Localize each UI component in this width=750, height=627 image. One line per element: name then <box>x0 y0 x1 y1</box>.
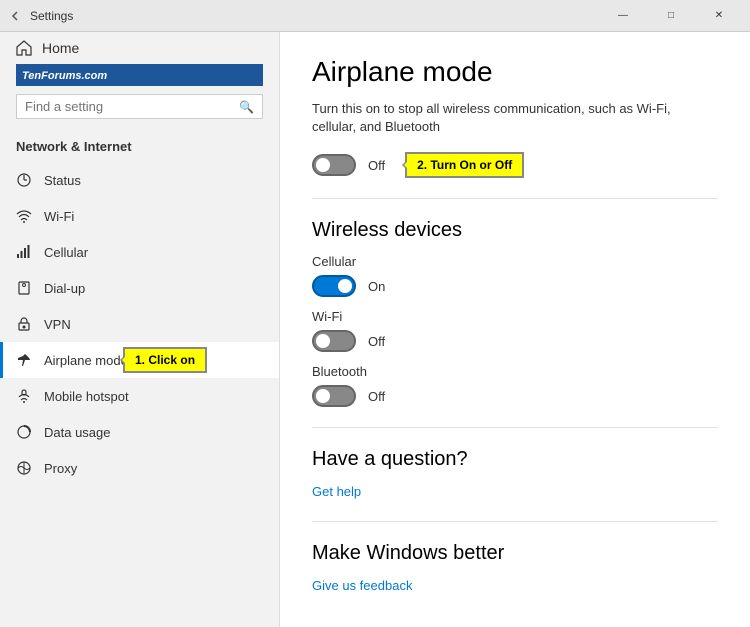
maximize-button[interactable]: □ <box>648 0 694 32</box>
sidebar-label-wifi: Wi-Fi <box>44 209 74 224</box>
sidebar-item-cellular[interactable]: Cellular <box>0 234 279 270</box>
wifi-toggle[interactable] <box>312 330 356 352</box>
cellular-device-label: Cellular <box>312 254 718 269</box>
main-content: Airplane mode Turn this on to stop all w… <box>280 32 750 627</box>
airplane-callout: 2. Turn On or Off <box>405 152 524 178</box>
wifi-device-label: Wi-Fi <box>312 309 718 324</box>
search-icon: 🔍 <box>239 100 254 114</box>
sidebar-label-dialup: Dial-up <box>44 281 85 296</box>
back-button[interactable] <box>8 9 22 23</box>
sidebar-label-proxy: Proxy <box>44 461 77 476</box>
bluetooth-device-label: Bluetooth <box>312 364 718 379</box>
sidebar: Home TenForums.com 🔍 Network & Internet … <box>0 32 280 627</box>
search-box[interactable]: 🔍 <box>16 94 263 119</box>
vpn-icon <box>16 316 32 332</box>
sidebar-label-hotspot: Mobile hotspot <box>44 389 129 404</box>
datausage-icon <box>16 424 32 440</box>
title-bar: Settings — □ ✕ <box>0 0 750 32</box>
home-label: Home <box>42 40 79 56</box>
close-button[interactable]: ✕ <box>696 0 742 32</box>
watermark: TenForums.com <box>22 70 107 82</box>
sidebar-item-hotspot[interactable]: Mobile hotspot <box>0 378 279 414</box>
search-input[interactable] <box>25 99 239 114</box>
sidebar-item-vpn[interactable]: VPN <box>0 306 279 342</box>
sidebar-label-datausage: Data usage <box>44 425 111 440</box>
sidebar-item-home[interactable]: Home <box>0 32 279 64</box>
bluetooth-toggle-row: Off <box>312 385 718 407</box>
airplane-toggle-row: Off 2. Turn On or Off <box>312 152 718 178</box>
dialup-icon <box>16 280 32 296</box>
bluetooth-toggle-label: Off <box>368 389 385 404</box>
page-description: Turn this on to stop all wireless commun… <box>312 100 718 136</box>
bluetooth-toggle[interactable] <box>312 385 356 407</box>
minimize-button[interactable]: — <box>600 0 646 32</box>
device-bluetooth: Bluetooth Off <box>312 364 718 407</box>
wifi-icon <box>16 208 32 224</box>
sidebar-item-wifi[interactable]: Wi-Fi <box>0 198 279 234</box>
home-icon <box>16 40 32 56</box>
wifi-toggle-label: Off <box>368 334 385 349</box>
sidebar-label-cellular: Cellular <box>44 245 88 260</box>
device-cellular: Cellular On <box>312 254 718 297</box>
sidebar-item-status[interactable]: Status <box>0 162 279 198</box>
device-wifi: Wi-Fi Off <box>312 309 718 352</box>
cellular-toggle-label: On <box>368 279 385 294</box>
sidebar-item-airplane[interactable]: Airplane mode 1. Click on <box>0 342 279 378</box>
hotspot-icon <box>16 388 32 404</box>
toggle-thumb <box>316 158 330 172</box>
get-help-link[interactable]: Get help <box>312 484 361 499</box>
airplane-icon <box>16 352 32 368</box>
sidebar-label-vpn: VPN <box>44 317 71 332</box>
wifi-toggle-row: Off <box>312 330 718 352</box>
divider-3 <box>312 521 718 522</box>
wifi-toggle-thumb <box>316 334 330 348</box>
feedback-link[interactable]: Give us feedback <box>312 578 412 593</box>
proxy-icon <box>16 460 32 476</box>
cellular-toggle-row: On <box>312 275 718 297</box>
sidebar-item-proxy[interactable]: Proxy <box>0 450 279 486</box>
divider-1 <box>312 198 718 199</box>
cellular-toggle[interactable] <box>312 275 356 297</box>
wireless-section-title: Wireless devices <box>312 219 718 242</box>
sidebar-item-dialup[interactable]: Dial-up <box>0 270 279 306</box>
airplane-toggle[interactable] <box>312 154 356 176</box>
sidebar-callout: 1. Click on <box>123 347 207 373</box>
bluetooth-toggle-thumb <box>316 389 330 403</box>
windows-section-title: Make Windows better <box>312 542 718 565</box>
page-title: Airplane mode <box>312 56 718 88</box>
window-controls: — □ ✕ <box>600 0 742 32</box>
question-section-title: Have a question? <box>312 448 718 471</box>
sidebar-section-title: Network & Internet <box>0 131 279 162</box>
divider-2 <box>312 427 718 428</box>
sidebar-item-datausage[interactable]: Data usage <box>0 414 279 450</box>
cellular-toggle-thumb <box>338 279 352 293</box>
airplane-toggle-label: Off <box>368 158 385 173</box>
status-icon <box>16 172 32 188</box>
window-title: Settings <box>30 9 73 23</box>
sidebar-label-status: Status <box>44 173 81 188</box>
cellular-icon <box>16 244 32 260</box>
